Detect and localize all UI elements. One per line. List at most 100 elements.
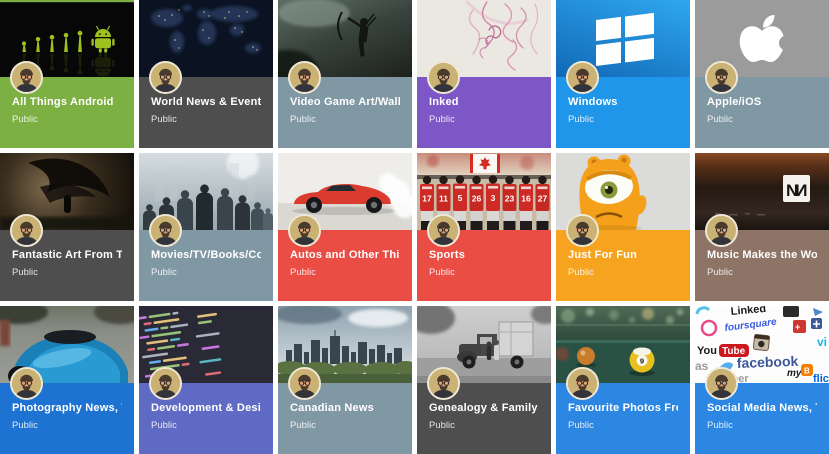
- avatar: [10, 367, 43, 400]
- collection-title: Sports: [429, 249, 466, 261]
- collection-title: Autos and Other Things Tha...: [290, 249, 400, 261]
- collection-card-just-for-fun[interactable]: Just For Fun Public: [556, 153, 690, 301]
- collection-title: Canadian News: [290, 402, 374, 414]
- visibility-label: Public: [12, 420, 38, 431]
- svg-text:flic: flic: [813, 373, 829, 383]
- collection-title: Fantastic Art From Talented...: [12, 249, 122, 261]
- nine-ball-icon: 9: [629, 347, 655, 373]
- collection-card-favourite-photos[interactable]: 9 Favourite Photos From Tale... Public: [556, 306, 690, 454]
- avatar: [566, 367, 599, 400]
- avatar: [427, 61, 460, 94]
- collection-card-music[interactable]: N N Music Makes the World Go '... Public: [695, 153, 829, 301]
- avatar: [149, 61, 182, 94]
- collection-title: Genealogy & Family History: [429, 402, 539, 414]
- collection-card-genealogy[interactable]: Genealogy & Family History Public: [417, 306, 551, 454]
- avatar: [10, 214, 43, 247]
- visibility-label: Public: [568, 114, 594, 125]
- visibility-label: Public: [707, 420, 733, 431]
- visibility-label: Public: [151, 420, 177, 431]
- svg-text:11: 11: [439, 194, 448, 204]
- svg-text:foursquare: foursquare: [724, 317, 778, 334]
- collection-title: Music Makes the World Go '...: [707, 249, 817, 261]
- collection-card-autos[interactable]: Autos and Other Things Tha... Public: [278, 153, 412, 301]
- skyline-icon: [286, 330, 402, 364]
- collection-title: Just For Fun: [568, 249, 638, 261]
- svg-text:vi: vi: [817, 335, 827, 349]
- visibility-label: Public: [12, 114, 38, 125]
- pink-sketch-icon: [465, 0, 539, 71]
- collection-card-social-media[interactable]: Linked foursquare + You Tube vi facebook…: [695, 306, 829, 454]
- avatar: [705, 367, 738, 400]
- canada-flag-icon: [470, 154, 500, 173]
- collection-card-movies[interactable]: Movies/TV/Books/Comics Public: [139, 153, 273, 301]
- visibility-label: Public: [568, 267, 594, 278]
- collection-card-world-news[interactable]: World News & Events Public: [139, 0, 273, 148]
- nin-logo-icon: N N: [783, 175, 810, 202]
- svg-text:9: 9: [640, 356, 644, 365]
- collection-card-fantastic-art[interactable]: Fantastic Art From Talented... Public: [0, 153, 134, 301]
- android-robot-icon: [91, 25, 115, 53]
- svg-text:16: 16: [521, 194, 531, 204]
- avatar: [10, 61, 43, 94]
- avatar: [427, 367, 460, 400]
- avatar: [149, 367, 182, 400]
- collection-title: Social Media News, Tips, & ...: [707, 402, 817, 414]
- collection-card-all-things-android[interactable]: All Things Android Public: [0, 0, 134, 148]
- avatar: [288, 214, 321, 247]
- visibility-label: Public: [290, 267, 316, 278]
- visibility-label: Public: [429, 420, 455, 431]
- evolution-silhouettes-icon: [21, 25, 115, 53]
- svg-text:5: 5: [458, 193, 463, 203]
- collection-card-apple-ios[interactable]: Apple/iOS Public: [695, 0, 829, 148]
- collections-grid: All Things Android Public World News & E…: [0, 0, 829, 454]
- collection-card-sports[interactable]: 17 11 5 26 3 23 16 27 Sports Public: [417, 153, 551, 301]
- collection-title: All Things Android: [12, 96, 114, 108]
- avatar: [566, 214, 599, 247]
- collection-card-windows[interactable]: Windows Public: [556, 0, 690, 148]
- visibility-label: Public: [12, 267, 38, 278]
- collection-title: Movies/TV/Books/Comics: [151, 249, 261, 261]
- visibility-label: Public: [568, 420, 594, 431]
- visibility-label: Public: [707, 114, 733, 125]
- collection-card-video-game-art[interactable]: Video Game Art/Wallpapers Public: [278, 0, 412, 148]
- apple-logo-icon: [739, 15, 794, 62]
- visibility-label: Public: [151, 114, 177, 125]
- svg-text:+: +: [795, 322, 800, 332]
- visibility-label: Public: [429, 114, 455, 125]
- svg-text:17: 17: [422, 194, 432, 204]
- avatar: [288, 367, 321, 400]
- collection-title: World News & Events: [151, 96, 261, 108]
- collection-title: Inked: [429, 96, 459, 108]
- svg-text:B: B: [804, 367, 810, 376]
- avatar: [566, 61, 599, 94]
- svg-text:my: my: [787, 368, 802, 379]
- collection-title: Favourite Photos From Tale...: [568, 402, 678, 414]
- collection-title: Apple/iOS: [707, 96, 762, 108]
- continents-icon: [151, 5, 261, 53]
- svg-text:as: as: [695, 359, 709, 373]
- collection-card-canadian-news[interactable]: Canadian News Public: [278, 306, 412, 454]
- collection-title: Windows: [568, 96, 618, 108]
- collection-title: Video Game Art/Wallpapers: [290, 96, 400, 108]
- collection-card-photography[interactable]: Photography News, Tips, & ... Public: [0, 306, 134, 454]
- svg-text:23: 23: [505, 194, 515, 204]
- collection-card-development[interactable]: Development & Design (Co... Public: [139, 306, 273, 454]
- visibility-label: Public: [151, 267, 177, 278]
- avatar: [705, 214, 738, 247]
- collection-card-inked[interactable]: Inked Public: [417, 0, 551, 148]
- visibility-label: Public: [429, 267, 455, 278]
- visibility-label: Public: [290, 114, 316, 125]
- svg-text:27: 27: [538, 194, 548, 204]
- windows-logo-icon: [596, 12, 654, 66]
- visibility-label: Public: [707, 267, 733, 278]
- visibility-label: Public: [290, 420, 316, 431]
- avatar: [705, 61, 738, 94]
- svg-text:26: 26: [472, 194, 482, 204]
- collection-title: Development & Design (Co...: [151, 402, 261, 414]
- winged-creature-icon: [28, 158, 110, 213]
- svg-text:3: 3: [491, 193, 496, 203]
- svg-text:N: N: [795, 181, 807, 200]
- svg-text:You: You: [697, 345, 717, 357]
- svg-text:Linked: Linked: [730, 306, 766, 318]
- avatar: [427, 214, 460, 247]
